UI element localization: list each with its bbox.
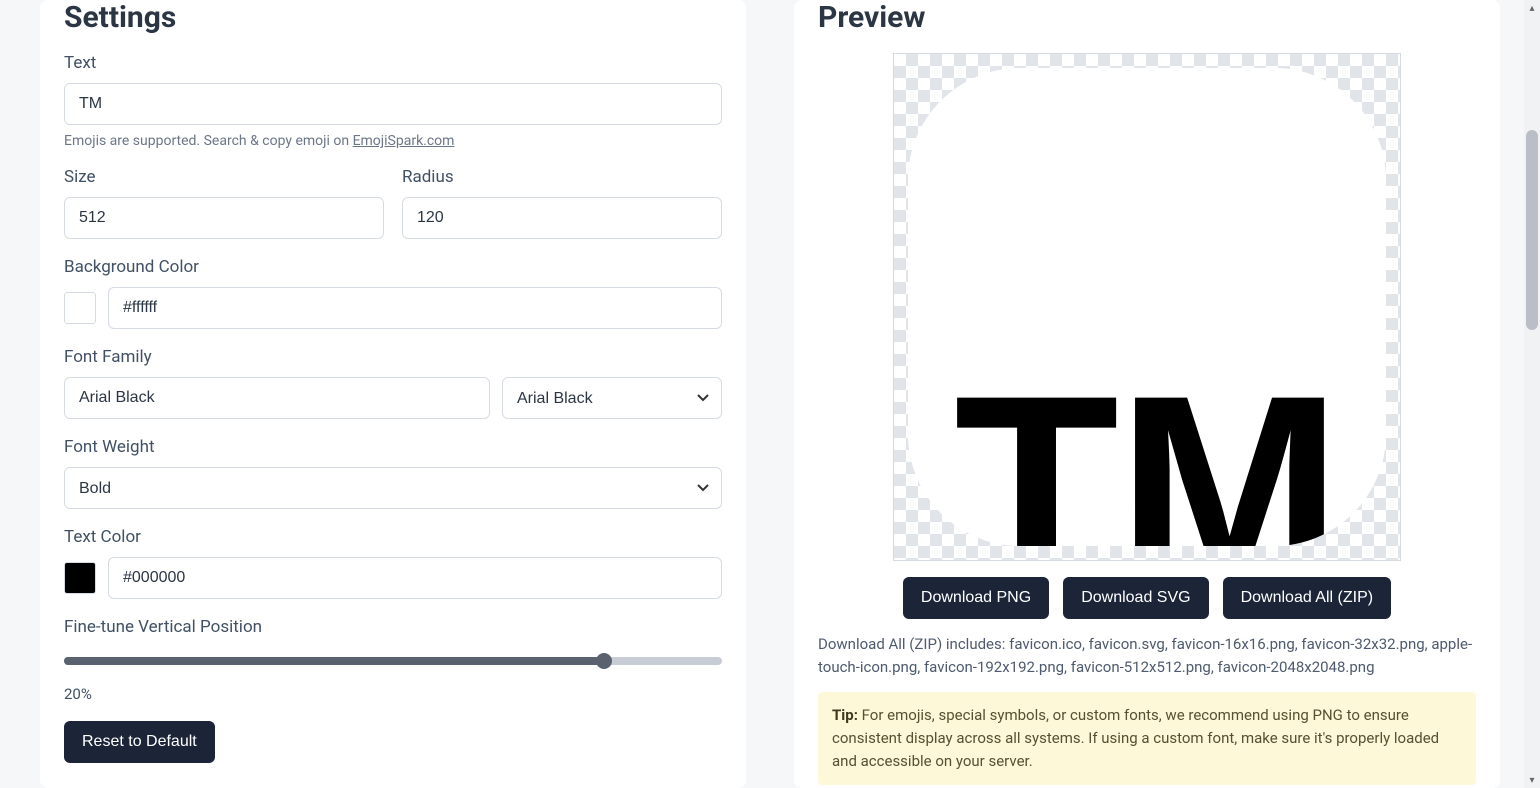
fontweight-label: Font Weight bbox=[64, 437, 722, 457]
favicon-preview: TM bbox=[908, 68, 1386, 546]
textcolor-input[interactable] bbox=[108, 557, 722, 599]
size-label: Size bbox=[64, 167, 384, 187]
tip-text: For emojis, special symbols, or custom f… bbox=[832, 706, 1439, 771]
favicon-preview-text: TM bbox=[954, 392, 1340, 546]
preview-heading: Preview bbox=[818, 0, 1476, 35]
bgcolor-swatch[interactable] bbox=[64, 292, 96, 324]
page-scrollbar[interactable]: ▴ ▾ bbox=[1524, 0, 1540, 788]
reset-button[interactable]: Reset to Default bbox=[64, 721, 215, 763]
download-zip-button[interactable]: Download All (ZIP) bbox=[1223, 577, 1392, 619]
bgcolor-input[interactable] bbox=[108, 287, 722, 329]
tip-box: Tip: For emojis, special symbols, or cus… bbox=[818, 692, 1476, 786]
zip-contents-note: Download All (ZIP) includes: favicon.ico… bbox=[818, 633, 1476, 680]
slider-fill bbox=[64, 657, 604, 665]
text-input[interactable] bbox=[64, 83, 722, 125]
radius-label: Radius bbox=[402, 167, 722, 187]
download-svg-button[interactable]: Download SVG bbox=[1063, 577, 1208, 619]
fontfamily-select[interactable]: Arial Black bbox=[502, 377, 722, 419]
scrollbar-thumb[interactable] bbox=[1526, 130, 1538, 330]
scroll-down-icon[interactable]: ▾ bbox=[1524, 772, 1540, 788]
vpos-label: Fine-tune Vertical Position bbox=[64, 617, 722, 637]
emoji-help-prefix: Emojis are supported. Search & copy emoj… bbox=[64, 133, 353, 149]
preview-stage: TM bbox=[893, 53, 1401, 561]
textcolor-label: Text Color bbox=[64, 527, 722, 547]
tip-label: Tip: bbox=[832, 706, 858, 724]
textcolor-swatch[interactable] bbox=[64, 562, 96, 594]
settings-panel: Settings Text Emojis are supported. Sear… bbox=[40, 0, 746, 788]
fontfamily-input[interactable] bbox=[64, 377, 490, 419]
fontfamily-label: Font Family bbox=[64, 347, 722, 367]
size-input[interactable] bbox=[64, 197, 384, 239]
scroll-up-icon[interactable]: ▴ bbox=[1524, 0, 1540, 16]
emoji-help-text: Emojis are supported. Search & copy emoj… bbox=[64, 133, 722, 149]
preview-panel: Preview TM Download PNG Download SVG Dow… bbox=[794, 0, 1500, 788]
bgcolor-label: Background Color bbox=[64, 257, 722, 277]
slider-thumb[interactable] bbox=[596, 653, 612, 669]
settings-heading: Settings bbox=[64, 0, 722, 35]
emoji-spark-link[interactable]: EmojiSpark.com bbox=[353, 133, 455, 149]
vpos-slider[interactable] bbox=[64, 647, 722, 675]
vpos-value: 20% bbox=[64, 685, 722, 703]
text-label: Text bbox=[64, 53, 722, 73]
download-png-button[interactable]: Download PNG bbox=[903, 577, 1049, 619]
fontweight-select[interactable]: Bold bbox=[64, 467, 722, 509]
radius-input[interactable] bbox=[402, 197, 722, 239]
